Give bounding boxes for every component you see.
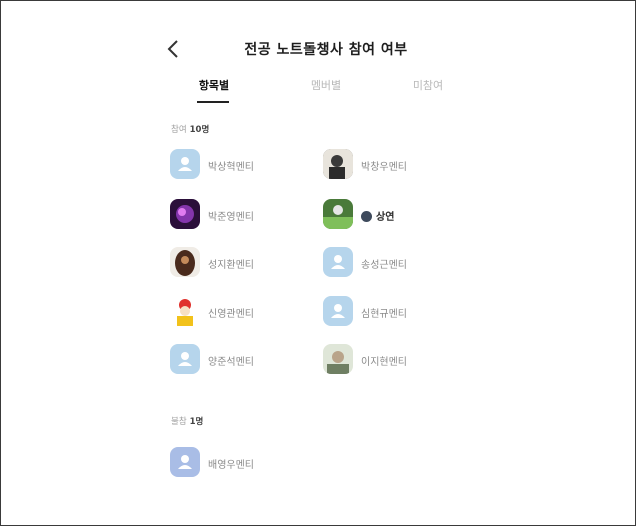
member-name: 이지현멘티 — [361, 357, 407, 368]
member-item[interactable]: 성지환멘티 — [170, 247, 320, 279]
tab-by-member[interactable]: 멤버별 — [281, 77, 371, 93]
member-name: 양준석멘티 — [208, 357, 254, 368]
member-name: 심현규멘티 — [361, 309, 407, 320]
member-item[interactable]: 박준영멘티 — [170, 199, 320, 231]
tab-not-participated[interactable]: 미참여 — [383, 77, 473, 93]
page-title: 전공 노트돌챙사 참여 여부 — [244, 42, 408, 58]
section-count: 10명 — [189, 125, 210, 135]
default-person-icon — [323, 247, 353, 277]
chevron-left-icon — [167, 40, 178, 58]
photo-avatar — [323, 149, 353, 179]
member-name: 박상혁멘티 — [208, 162, 254, 173]
section-count: 1명 — [189, 417, 204, 427]
member-name-text: 상연 — [376, 212, 395, 223]
tab-by-item[interactable]: 항목별 — [169, 77, 259, 93]
member-item[interactable]: 상연 — [323, 199, 473, 231]
active-tab-indicator — [197, 101, 229, 103]
member-name: 신영관멘티 — [208, 309, 254, 320]
photo-avatar — [323, 199, 353, 229]
member-item[interactable]: 송성근멘티 — [323, 247, 473, 279]
member-item[interactable]: 신영관멘티 — [170, 296, 320, 328]
member-name: 배영우멘티 — [208, 460, 254, 471]
tab-bar: 항목별 멤버별 미참여 — [1, 75, 636, 105]
default-person-icon — [323, 296, 353, 326]
section-header-absent: 불참 1명 — [171, 415, 203, 427]
member-item[interactable]: 박창우멘티 — [323, 149, 473, 181]
member-item[interactable]: 배영우멘티 — [170, 447, 320, 479]
section-label: 불참 — [171, 417, 187, 427]
photo-avatar — [170, 296, 200, 326]
default-person-icon — [170, 344, 200, 374]
member-item[interactable]: 양준석멘티 — [170, 344, 320, 376]
member-name: 성지환멘티 — [208, 260, 254, 271]
owner-badge-icon — [361, 211, 372, 222]
default-person-icon — [170, 149, 200, 179]
photo-avatar — [170, 199, 200, 229]
app-frame: 전공 노트돌챙사 참여 여부 항목별 멤버별 미참여 참여 10명 박상혁멘티 박… — [0, 0, 636, 526]
photo-avatar — [323, 344, 353, 374]
section-header-attended: 참여 10명 — [171, 123, 209, 135]
member-name: 박준영멘티 — [208, 212, 254, 223]
member-item[interactable]: 박상혁멘티 — [170, 149, 320, 181]
back-button[interactable] — [163, 37, 185, 61]
member-item[interactable]: 이지현멘티 — [323, 344, 473, 376]
member-name: 박창우멘티 — [361, 162, 407, 173]
member-item[interactable]: 심현규멘티 — [323, 296, 473, 328]
photo-avatar — [170, 247, 200, 277]
default-person-icon — [170, 447, 200, 477]
section-label: 참여 — [171, 125, 187, 135]
member-name: 송성근멘티 — [361, 260, 407, 271]
member-name: 상연 — [361, 208, 394, 223]
